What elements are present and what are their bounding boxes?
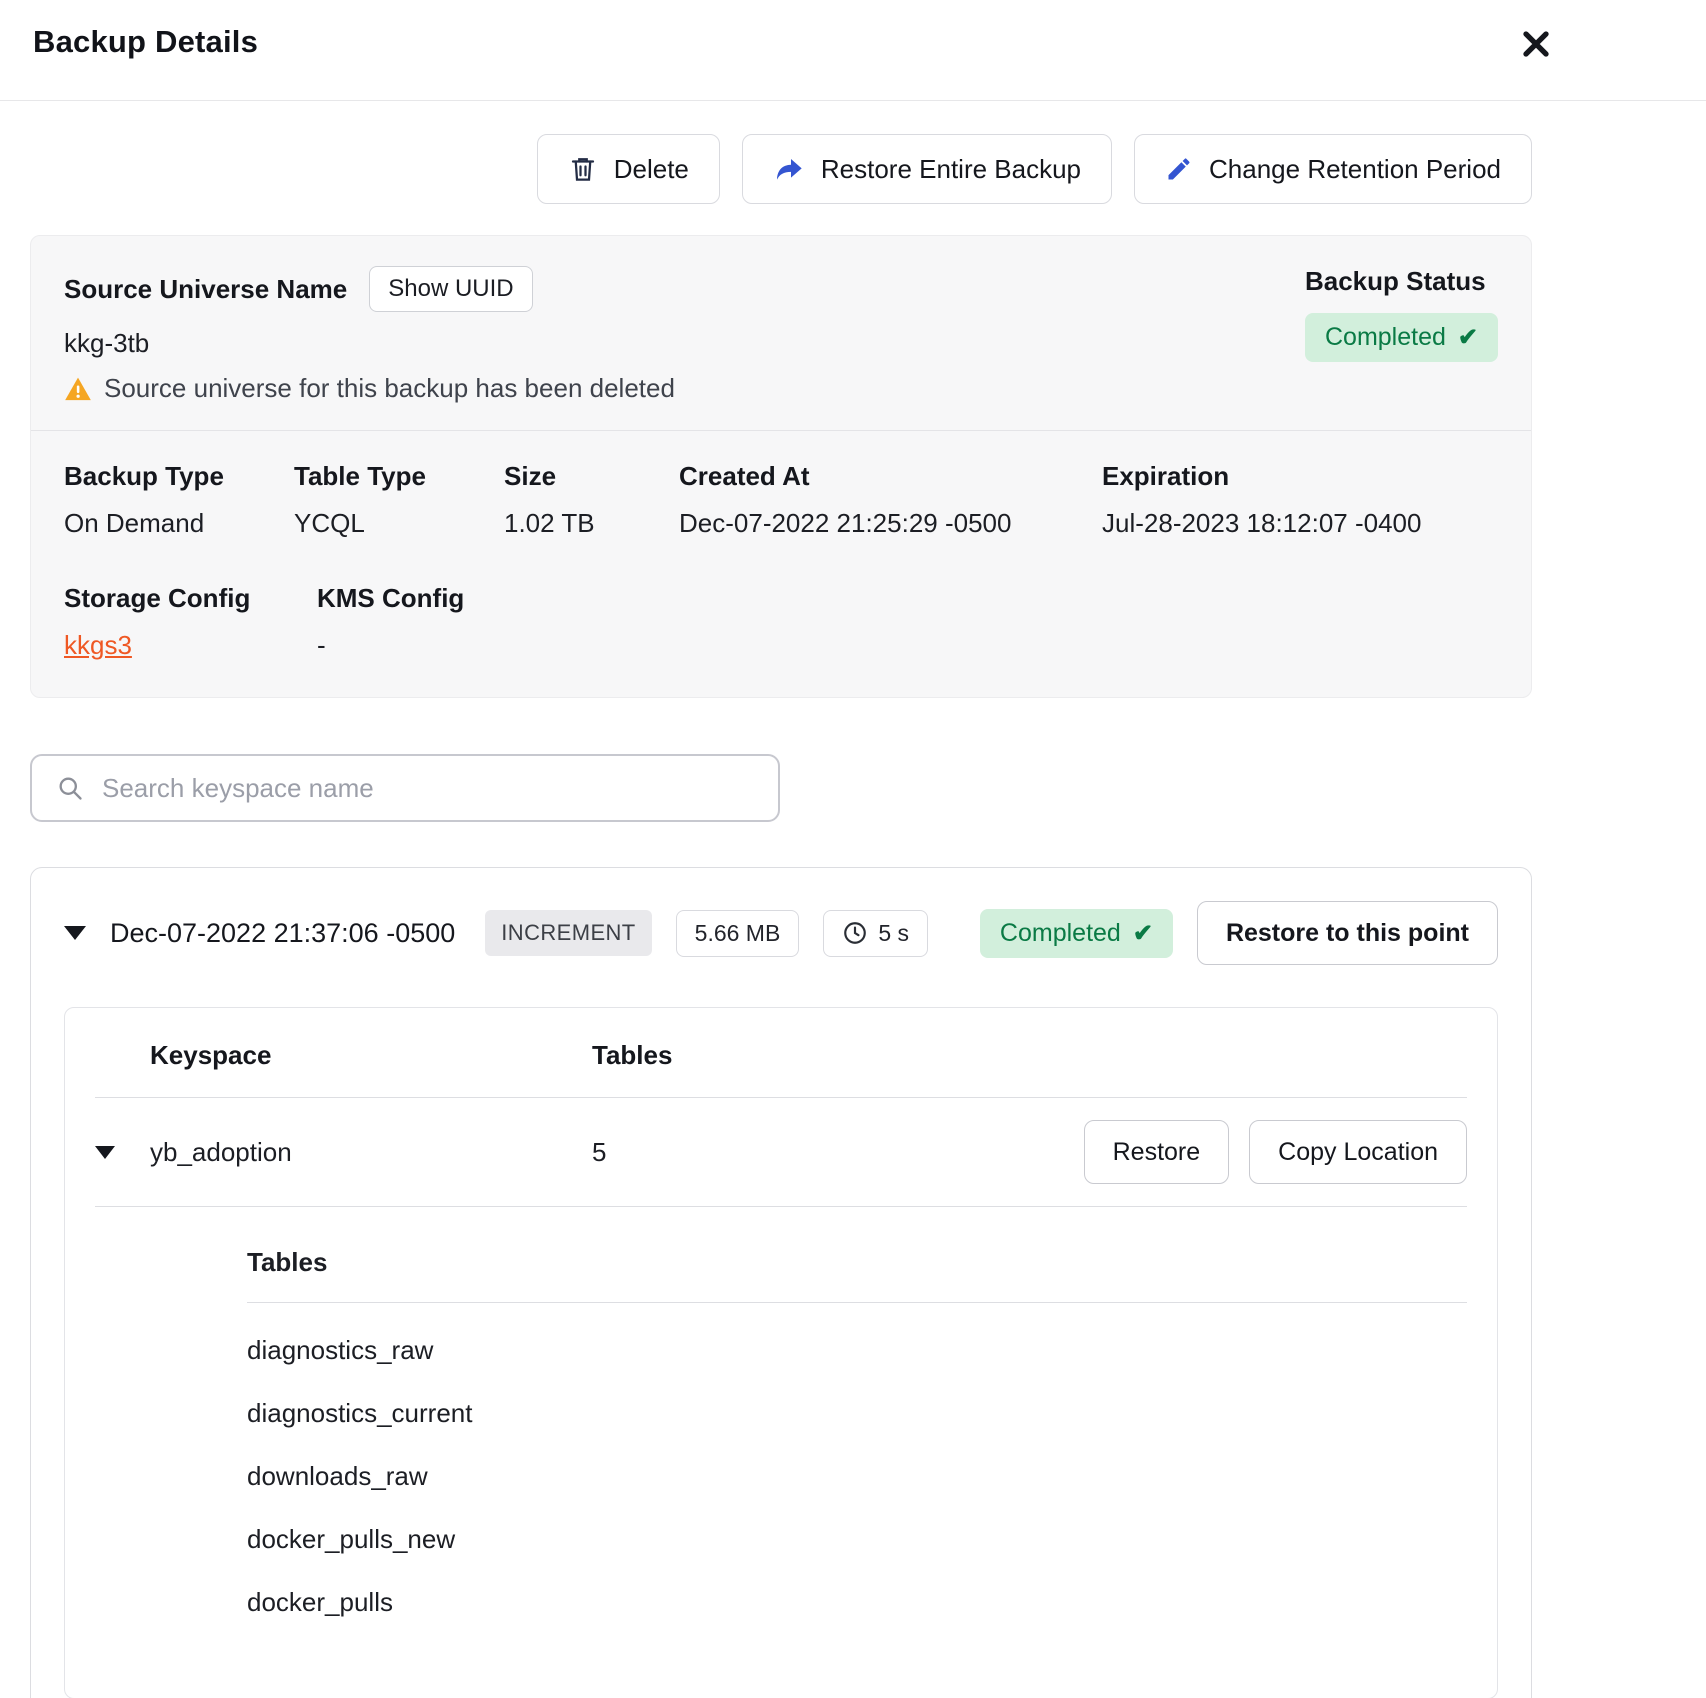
field-label: Storage Config [64, 583, 317, 614]
keyspace-table-header: Keyspace Tables [95, 1040, 1467, 1097]
restore-to-this-point-button[interactable]: Restore to this point [1197, 901, 1498, 965]
restore-entire-backup-label: Restore Entire Backup [821, 154, 1081, 185]
status-text: Completed [1000, 919, 1121, 948]
delete-label: Delete [614, 154, 689, 185]
keyspace-row: yb_adoption 5 Restore Copy Location [95, 1098, 1467, 1206]
check-icon: ✔ [1133, 919, 1153, 948]
field-size: Size 1.02 TB [504, 461, 679, 539]
backup-status-label: Backup Status [1305, 266, 1486, 297]
tables-column-header: Tables [592, 1040, 1467, 1071]
keyspace-search-input[interactable] [100, 772, 754, 805]
search-icon [56, 774, 84, 802]
field-value: 1.02 TB [504, 508, 679, 539]
field-expiration: Expiration Jul-28-2023 18:12:07 -0400 [1102, 461, 1498, 539]
duration-text: 5 s [878, 920, 909, 947]
close-icon[interactable] [1516, 24, 1556, 64]
source-universe-label: Source Universe Name [64, 274, 347, 305]
chevron-down-icon[interactable] [64, 926, 86, 940]
source-universe-block: Source Universe Name Show UUID kkg-3tb [64, 266, 675, 404]
field-kms-config: KMS Config - [317, 583, 1498, 661]
status-badge: Completed ✔ [1305, 313, 1498, 362]
keyspace-name: yb_adoption [150, 1137, 592, 1168]
restore-entire-backup-button[interactable]: Restore Entire Backup [742, 134, 1112, 204]
field-label: Expiration [1102, 461, 1498, 492]
field-label: Created At [679, 461, 1102, 492]
header: Backup Details [0, 0, 1706, 101]
field-label: Table Type [294, 461, 504, 492]
chevron-down-icon[interactable] [95, 1146, 115, 1159]
table-list-item: downloads_raw [247, 1461, 1467, 1492]
divider [247, 1302, 1467, 1303]
keyspace-table-card: Keyspace Tables yb_adoption 5 Restore Co… [64, 1007, 1498, 1698]
field-storage-config: Storage Config kkgs3 [64, 583, 317, 661]
field-value: YCQL [294, 508, 504, 539]
restore-button[interactable]: Restore [1084, 1120, 1230, 1184]
field-value: - [317, 630, 1498, 661]
divider [95, 1206, 1467, 1207]
keyspace-search [30, 754, 780, 822]
copy-location-button[interactable]: Copy Location [1249, 1120, 1467, 1184]
field-value: Dec-07-2022 21:25:29 -0500 [679, 508, 1102, 539]
table-list-item: docker_pulls_new [247, 1524, 1467, 1555]
backup-fields-row: Backup Type On Demand Table Type YCQL Si… [31, 431, 1531, 539]
warning-icon [64, 375, 92, 403]
field-table-type: Table Type YCQL [294, 461, 504, 539]
trash-icon [568, 154, 598, 184]
clock-icon [842, 920, 868, 946]
check-icon: ✔ [1458, 323, 1478, 352]
delete-button[interactable]: Delete [537, 134, 720, 204]
field-backup-type: Backup Type On Demand [64, 461, 294, 539]
increment-status-badge: Completed ✔ [980, 909, 1173, 958]
page-title: Backup Details [33, 24, 258, 60]
change-retention-period-button[interactable]: Change Retention Period [1134, 134, 1532, 204]
increment-backup-card: Dec-07-2022 21:37:06 -0500 INCREMENT 5.6… [30, 867, 1532, 1698]
keyspace-table-count: 5 [592, 1137, 1084, 1168]
field-created-at: Created At Dec-07-2022 21:25:29 -0500 [679, 461, 1102, 539]
backup-details-page: Backup Details Delete [0, 0, 1706, 1698]
field-label: KMS Config [317, 583, 1498, 614]
field-label: Size [504, 461, 679, 492]
backup-summary-panel: Source Universe Name Show UUID kkg-3tb [30, 235, 1532, 698]
status-text: Completed [1325, 323, 1446, 352]
keyspace-column-header: Keyspace [150, 1040, 592, 1071]
tables-section: Tables diagnostics_raw diagnostics_curre… [247, 1247, 1467, 1618]
pencil-icon [1165, 155, 1193, 183]
toolbar: Delete Restore Entire Backup Change Rete… [30, 134, 1532, 204]
increment-header: Dec-07-2022 21:37:06 -0500 INCREMENT 5.6… [64, 901, 1498, 965]
backup-status-block: Backup Status Completed ✔ [1305, 266, 1498, 404]
universe-name: kkg-3tb [64, 328, 675, 359]
universe-deleted-warning: Source universe for this backup has been… [104, 373, 675, 404]
restore-arrow-icon [773, 153, 805, 185]
storage-config-link[interactable]: kkgs3 [64, 630, 132, 660]
table-list-item: diagnostics_raw [247, 1335, 1467, 1366]
increment-size-badge: 5.66 MB [676, 910, 800, 957]
tables-section-header: Tables [247, 1247, 1467, 1278]
field-value: Jul-28-2023 18:12:07 -0400 [1102, 508, 1498, 539]
field-label: Backup Type [64, 461, 294, 492]
content: Delete Restore Entire Backup Change Rete… [0, 134, 1706, 1698]
change-retention-period-label: Change Retention Period [1209, 154, 1501, 185]
field-value: On Demand [64, 508, 294, 539]
show-uuid-button[interactable]: Show UUID [369, 266, 532, 312]
table-list-item: diagnostics_current [247, 1398, 1467, 1429]
increment-duration-badge: 5 s [823, 910, 928, 957]
table-list-item: docker_pulls [247, 1587, 1467, 1618]
config-fields-row: Storage Config kkgs3 KMS Config - [31, 539, 1531, 697]
increment-type-badge: INCREMENT [485, 910, 651, 956]
increment-timestamp: Dec-07-2022 21:37:06 -0500 [110, 918, 455, 949]
